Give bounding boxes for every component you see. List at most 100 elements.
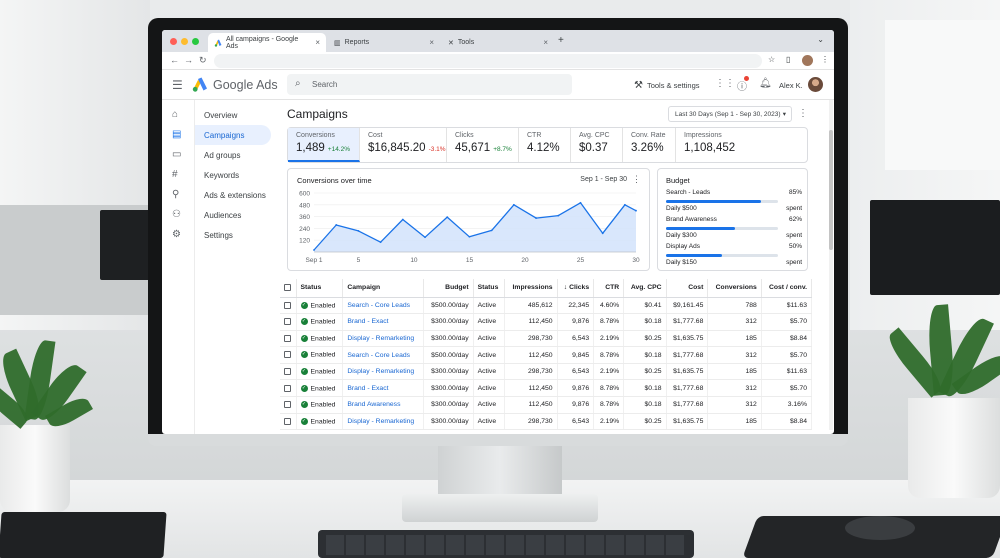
star-icon[interactable]: ☆ xyxy=(768,55,775,64)
address-bar[interactable] xyxy=(214,54,762,68)
date-range-dropdown[interactable]: Last 30 Days (Sep 1 - Sep 30, 2023) ▾ xyxy=(668,106,792,122)
row-checkbox[interactable] xyxy=(280,379,297,398)
metric-conv-rate[interactable]: Conv. Rate 3.26% xyxy=(623,128,676,162)
metric-ctr[interactable]: CTR 4.12% xyxy=(519,128,571,162)
campaign-link[interactable]: Brand Awareness xyxy=(342,396,425,414)
column-header[interactable]: ↓ Clicks xyxy=(557,279,595,298)
browser-tab-google-ads[interactable]: All campaigns - Google Ads × xyxy=(208,33,326,52)
browser-menu-icon[interactable]: ⋮ xyxy=(821,55,829,64)
status-text: Enabled xyxy=(310,401,336,409)
chart-x-tick-label: 15 xyxy=(466,257,474,264)
column-header[interactable]: Cost xyxy=(666,279,709,298)
sidebar-item-audiences[interactable]: Audiences xyxy=(195,205,271,225)
bell-icon[interactable]: 🔔︎ xyxy=(759,78,772,89)
chart-data-point xyxy=(335,224,338,226)
sidebar-item-overview[interactable]: Overview xyxy=(195,105,271,125)
campaign-link[interactable]: Display - Remarketing xyxy=(342,330,425,348)
tools-settings-button[interactable]: ⚒ Tools & settings xyxy=(634,80,700,91)
column-header[interactable]: Status xyxy=(473,279,506,298)
campaigns-icon[interactable]: ▤ xyxy=(172,129,181,140)
table-row[interactable]: ✓ Enabled Search - Core Leads $500.00/day Ac… xyxy=(280,346,813,364)
row-checkbox[interactable] xyxy=(280,313,297,331)
row-checkbox[interactable] xyxy=(280,363,297,381)
row-checkbox[interactable] xyxy=(280,330,297,348)
new-tab-button[interactable]: + xyxy=(558,35,564,46)
row-checkbox[interactable] xyxy=(280,297,297,315)
audiences-icon[interactable]: ⚇ xyxy=(172,209,181,220)
campaign-link[interactable]: Brand - Exact xyxy=(342,313,425,331)
home-icon[interactable]: ⌂ xyxy=(172,109,178,120)
table-row[interactable]: ✓ Enabled Brand Awareness $300.00/day Active… xyxy=(280,396,813,414)
apps-grid-icon[interactable]: ⋮⋮ xyxy=(715,78,735,89)
metric-clicks[interactable]: Clicks 45,671 +8.7% xyxy=(447,128,519,162)
ad-groups-icon[interactable]: ▭ xyxy=(172,149,181,160)
table-row[interactable]: ✓ Enabled Brand - Exact $300.00/day Active 11… xyxy=(280,379,813,398)
metric-impressions[interactable]: Impressions 1,108,452 xyxy=(676,128,807,162)
column-header[interactable]: Campaign xyxy=(342,279,425,298)
page-more-options-icon[interactable]: ⋮ xyxy=(798,108,808,119)
metric-delta: +8.7% xyxy=(493,146,512,153)
column-header[interactable]: CTR xyxy=(593,279,625,298)
scrollbar-thumb[interactable] xyxy=(829,130,833,250)
user-avatar[interactable] xyxy=(808,77,823,92)
row-checkbox[interactable] xyxy=(280,396,297,414)
minimize-window-button[interactable] xyxy=(181,38,188,45)
metric-cost[interactable]: Cost $16,845.20 -3.1% xyxy=(360,128,447,162)
table-row[interactable]: ✓ Enabled Display - Remarketing $300.00/day… xyxy=(280,363,813,381)
close-window-button[interactable] xyxy=(170,38,177,45)
campaign-link[interactable]: Search - Core Leads xyxy=(342,297,425,315)
settings-icon[interactable]: ⚙ xyxy=(172,229,181,240)
campaign-link[interactable]: Display - Remarketing xyxy=(342,363,425,381)
metric-conversions[interactable]: Conversions 1,489 +14.2% xyxy=(288,128,360,162)
ads-icon[interactable]: ⚲ xyxy=(172,189,179,200)
campaign-link[interactable]: Display - Remarketing xyxy=(342,413,425,431)
status-cell: ✓ Enabled xyxy=(296,346,344,364)
campaign-link[interactable]: Brand - Exact xyxy=(342,379,425,398)
reload-icon[interactable]: ↻ xyxy=(199,55,207,66)
chart-data-point xyxy=(490,229,493,232)
browser-tab-reports[interactable]: ▥ Reports × xyxy=(328,33,440,52)
metric-avg-cpc[interactable]: Avg. CPC $0.37 xyxy=(571,128,623,162)
hamburger-menu-icon[interactable]: ☰ xyxy=(172,78,183,92)
keywords-icon[interactable]: # xyxy=(172,169,178,180)
table-row[interactable]: ✓ Enabled Display - Remarketing $300.00/day… xyxy=(280,330,813,348)
chart-data-point xyxy=(313,249,315,251)
column-header[interactable]: Budget xyxy=(423,279,474,298)
column-header[interactable]: Status xyxy=(296,279,344,298)
table-cell: $500.00/day xyxy=(423,297,474,315)
close-tab-icon[interactable]: × xyxy=(429,38,434,47)
browser-tab-tools[interactable]: ✕ Tools × xyxy=(442,33,554,52)
browser-profile-avatar[interactable] xyxy=(802,55,813,66)
sidebar-item-keywords[interactable]: Keywords xyxy=(195,165,271,185)
tab-list-chevron-icon[interactable]: ⌄ xyxy=(817,35,824,44)
table-row[interactable]: ✓ Enabled Display - Remarketing $300.00/day… xyxy=(280,413,813,431)
table-row[interactable]: ✓ Enabled Search - Core Leads $500.00/day Ac… xyxy=(280,297,813,315)
search-input[interactable]: ⌕ Search xyxy=(287,74,572,95)
table-cell: $8.84 xyxy=(761,413,813,431)
close-tab-icon[interactable]: × xyxy=(543,38,548,47)
select-all-checkbox[interactable] xyxy=(280,279,297,298)
chart-range: Sep 1 - Sep 30 xyxy=(580,176,627,183)
sidebar-item-ads-extensions[interactable]: Ads & extensions xyxy=(195,185,271,205)
forward-arrow-icon[interactable]: → xyxy=(184,55,193,65)
chart-more-options-icon[interactable]: ⋮ xyxy=(632,174,641,185)
close-tab-icon[interactable]: × xyxy=(315,38,320,47)
sidebar-item-settings[interactable]: Settings xyxy=(195,225,271,245)
sidebar-item-ad-groups[interactable]: Ad groups xyxy=(195,145,271,165)
column-header[interactable]: Impressions xyxy=(504,279,558,298)
table-cell: 9,876 xyxy=(557,379,595,398)
sidepanel-icon[interactable]: ▯ xyxy=(786,55,790,64)
column-header[interactable]: Conversions xyxy=(707,279,762,298)
table-row[interactable]: ✓ Enabled Brand - Exact $300.00/day Active 11… xyxy=(280,313,813,331)
campaign-link[interactable]: Search - Core Leads xyxy=(342,346,425,364)
sidebar-item-campaigns[interactable]: Campaigns xyxy=(195,125,271,145)
column-header[interactable]: Avg. CPC xyxy=(623,279,667,298)
table-cell: $1,635.75 xyxy=(666,330,709,348)
enabled-check-icon: ✓ xyxy=(300,368,308,376)
row-checkbox[interactable] xyxy=(280,346,297,364)
column-header[interactable]: Cost / conv. xyxy=(761,279,813,298)
maximize-window-button[interactable] xyxy=(192,38,199,45)
back-arrow-icon[interactable]: ← xyxy=(170,55,179,65)
budget-item-name: Display Ads xyxy=(666,243,700,250)
row-checkbox[interactable] xyxy=(280,413,297,431)
